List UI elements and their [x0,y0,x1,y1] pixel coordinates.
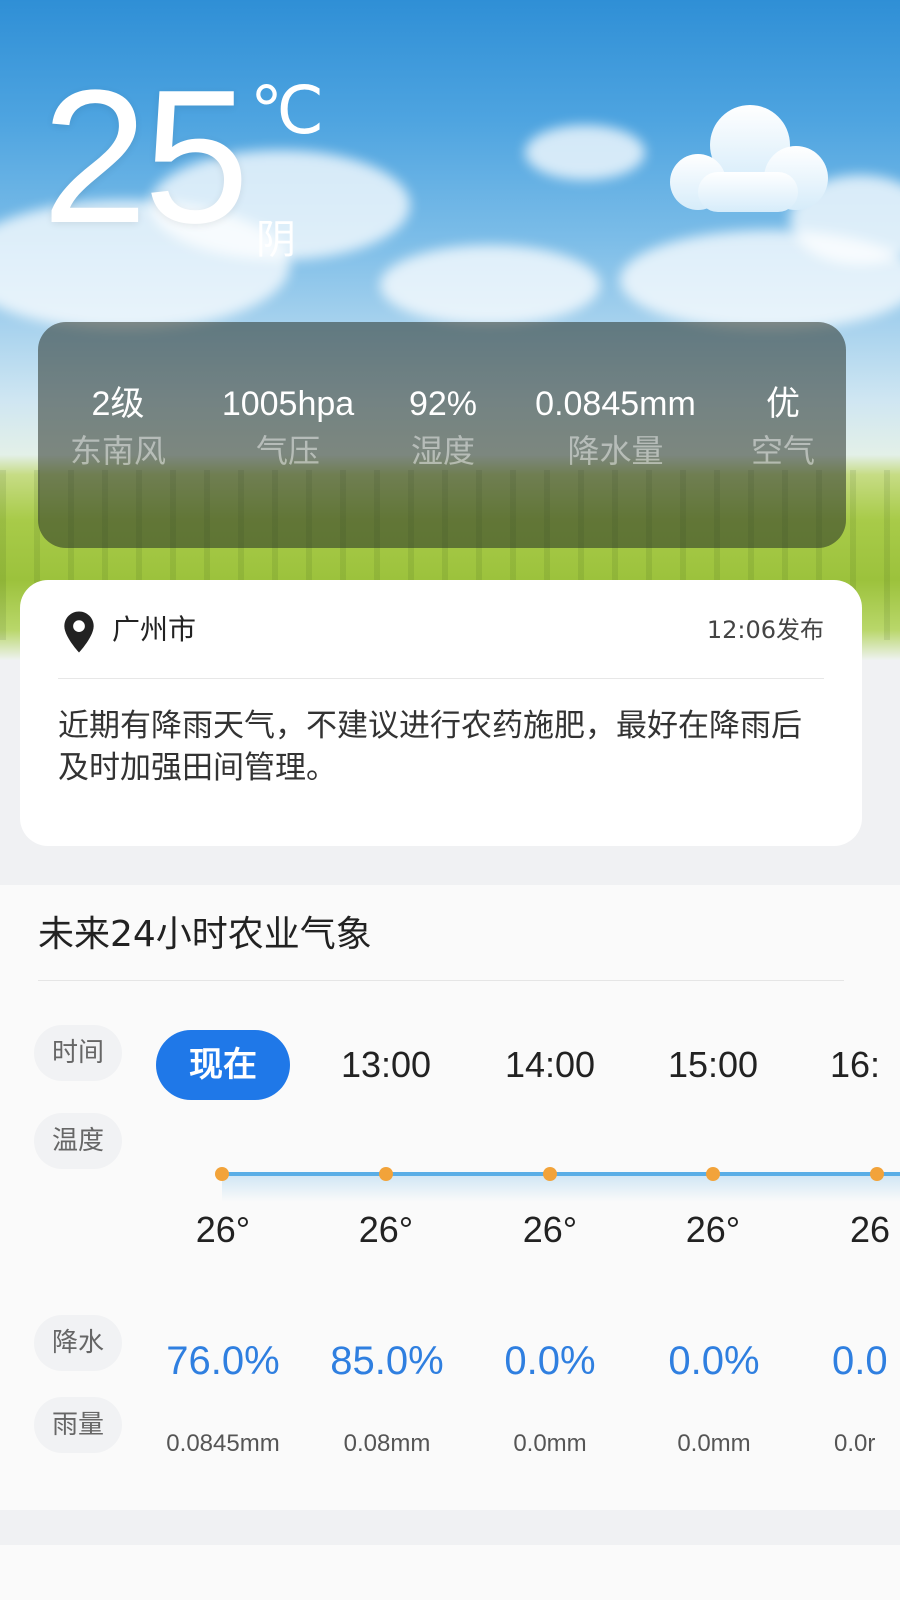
current-temperature: 25 [42,51,249,263]
stat-label: 气压 [255,432,320,470]
cloud-icon [670,105,828,212]
stat-value: 0.0845mm [535,385,696,423]
hour-precipitation: 0.0% [668,1339,760,1383]
location-card: 广州市 12:06发布 近期有降雨天气，不建议进行农药施肥，最好在降雨后及时加强… [20,580,862,846]
next-section-edge [0,1545,900,1600]
stat-label: 降水量 [567,432,664,470]
hour-temperature: 26° [522,1209,578,1250]
hour-item[interactable]: 13:00 [319,1030,453,1100]
stat-humidity: 92% 湿度 [383,382,503,474]
section-title: 未来24小时农业气象 [38,914,372,955]
hour-precipitation: 85.0% [330,1339,444,1383]
hour-precipitation: 0.0% [504,1339,596,1383]
temperature-point [215,1167,229,1181]
hour-now[interactable]: 现在 [156,1030,290,1100]
hour-rainfall: 0.08mm [343,1430,431,1457]
temperature-point [870,1167,884,1181]
stat-precipitation: 0.0845mm 降水量 [513,382,718,474]
temperature-unit: ℃ [250,73,325,147]
hour-temperature: 26 [850,1209,891,1250]
hour-precipitation: 0.0 [832,1339,888,1383]
hour-rainfall: 0.0845mm [166,1430,280,1457]
stat-value: 1005hpa [221,385,355,423]
stat-label: 湿度 [410,432,475,470]
publish-time: 12:06发布 [706,616,824,644]
stat-value: 2级 [91,385,145,423]
hour-item[interactable]: 14:00 [483,1030,617,1100]
row-label-temperature: 温度 [34,1113,122,1169]
hour-precipitation: 76.0% [166,1339,280,1383]
row-label-precipitation: 降水 [34,1315,122,1371]
hour-temperature: 26° [195,1209,251,1250]
stat-label: 东南风 [69,432,166,470]
hour-temperature: 26° [358,1209,414,1250]
background-cloud [525,125,645,180]
hour-item[interactable]: 15:00 [646,1030,780,1100]
temperature-point [543,1167,557,1181]
stat-wind: 2级 东南风 [43,382,193,474]
location-pin-icon [64,611,94,653]
stat-air-quality: 优 空气 [728,382,838,474]
temperature-line [222,1172,900,1176]
temperature-line-fill [222,1176,900,1202]
temperature-point [379,1167,393,1181]
stat-pressure: 1005hpa 气压 [198,382,378,474]
hour-temperature: 26° [685,1209,741,1250]
hour-rainfall: 0.0mm [513,1430,587,1457]
hour-rainfall: 0.0r [834,1430,876,1457]
farming-advice: 近期有降雨天气，不建议进行农药施肥，最好在降雨后及时加强田间管理。 [58,708,802,786]
divider [38,980,844,981]
stat-value: 优 [766,385,800,423]
background-cloud [380,245,600,325]
hourly-forecast-section: 未来24小时农业气象 时间 温度 降水 雨量 现在 13:00 14:00 15… [0,885,900,1510]
weather-stats-panel: 2级 东南风 1005hpa 气压 92% 湿度 0.0845mm 降水量 优 … [38,322,846,548]
temperature-point [706,1167,720,1181]
hour-rainfall: 0.0mm [677,1430,751,1457]
stat-value: 92% [408,385,478,423]
row-label-rainfall: 雨量 [34,1397,122,1453]
divider [58,678,824,679]
location-city[interactable]: 广州市 [112,610,196,650]
stat-label: 空气 [750,432,815,470]
weather-condition: 阴 [256,217,296,263]
hour-item[interactable]: 16: [810,1030,900,1100]
row-label-time: 时间 [34,1025,122,1081]
